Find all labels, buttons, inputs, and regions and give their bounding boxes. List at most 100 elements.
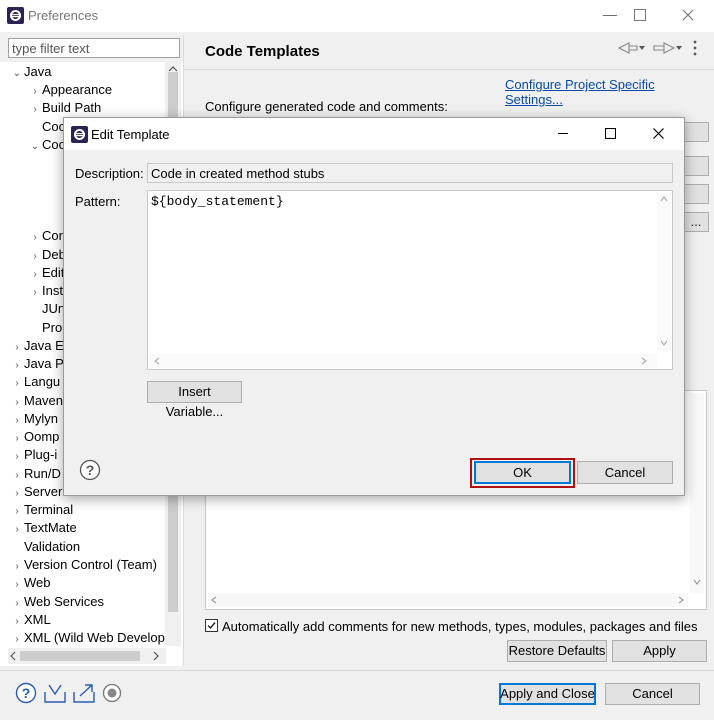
tree-item-label: Build Path bbox=[42, 100, 102, 115]
tree-item[interactable]: › Java P bbox=[10, 355, 64, 373]
tree-item-label: Coc bbox=[42, 137, 66, 152]
configure-project-settings-link[interactable]: Configure Project Specific Settings... bbox=[505, 77, 714, 107]
minimize-button[interactable]: — bbox=[590, 6, 630, 22]
ok-button[interactable]: OK bbox=[474, 461, 571, 484]
tree-item[interactable]: › XML bbox=[10, 611, 51, 629]
import-icon[interactable] bbox=[43, 682, 67, 704]
description-field[interactable]: Code in created method stubs bbox=[147, 163, 673, 183]
scroll-right-icon[interactable] bbox=[678, 596, 684, 604]
footer-divider bbox=[0, 670, 714, 671]
tree-item[interactable]: › Mylyn bbox=[10, 410, 58, 428]
tree-item-label: JUn bbox=[42, 301, 66, 316]
scroll-up-icon[interactable] bbox=[660, 196, 668, 202]
preview-horizontal-scrollbar[interactable] bbox=[208, 593, 688, 607]
tree-item[interactable]: › Maven bbox=[10, 392, 63, 410]
tree-item[interactable]: › XML (Wild Web Develop bbox=[10, 629, 165, 647]
eclipse-logo-icon bbox=[7, 7, 24, 24]
scroll-right-icon[interactable] bbox=[641, 357, 647, 365]
chevron-right-icon[interactable]: › bbox=[28, 101, 42, 119]
help-icon[interactable]: ? bbox=[79, 459, 101, 481]
tree-item[interactable]: › Run/D bbox=[10, 465, 61, 483]
tree-item[interactable]: ⌄ Java bbox=[10, 63, 52, 83]
tree-item-label: Langu bbox=[24, 374, 61, 389]
side-button[interactable]: ... bbox=[683, 212, 709, 232]
tree-item[interactable]: › Cor bbox=[28, 227, 63, 245]
side-button[interactable] bbox=[683, 156, 709, 176]
pattern-editor[interactable]: ${body_statement} bbox=[147, 190, 673, 370]
tree-item-label: Cor bbox=[42, 228, 63, 243]
tree-item[interactable]: › Terminal bbox=[10, 501, 73, 519]
scroll-left-icon[interactable] bbox=[10, 651, 16, 661]
pattern-vertical-scrollbar[interactable] bbox=[657, 192, 671, 352]
dialog-cancel-button[interactable]: Cancel bbox=[577, 461, 673, 484]
tree-item[interactable]: › TextMate bbox=[10, 519, 76, 539]
insert-variable-button[interactable]: Insert Variable... bbox=[147, 381, 242, 419]
forward-nav-icon[interactable] bbox=[652, 42, 682, 54]
scroll-left-icon[interactable] bbox=[154, 357, 160, 365]
tree-item-label: Edit bbox=[42, 265, 65, 280]
tree-item[interactable]: Coc bbox=[28, 118, 65, 136]
title-bar: Preferences — bbox=[0, 0, 714, 32]
pattern-horizontal-scrollbar[interactable] bbox=[149, 354, 657, 368]
maximize-button[interactable] bbox=[634, 9, 646, 21]
tree-item[interactable]: JUn bbox=[28, 300, 65, 318]
tree-item[interactable]: › Inst bbox=[28, 282, 63, 300]
pattern-label: Pattern: bbox=[75, 194, 121, 209]
back-nav-icon[interactable] bbox=[615, 42, 645, 54]
tree-item[interactable]: › Version Control (Team) bbox=[10, 556, 157, 574]
svg-text:?: ? bbox=[86, 462, 95, 478]
chevron-right-icon[interactable]: › bbox=[10, 521, 24, 539]
menu-icon[interactable] bbox=[692, 40, 698, 56]
chevron-right-icon[interactable]: › bbox=[10, 631, 24, 649]
edit-template-dialog: Edit Template Description: Code in creat… bbox=[63, 117, 685, 496]
chevron-down-icon[interactable]: ⌄ bbox=[28, 138, 42, 156]
tree-item[interactable]: › Appearance bbox=[28, 81, 112, 99]
chevron-right-icon[interactable]: › bbox=[10, 576, 24, 594]
scroll-down-icon[interactable] bbox=[693, 579, 701, 585]
chevron-right-icon[interactable]: › bbox=[10, 448, 24, 466]
apply-button[interactable]: Apply bbox=[612, 640, 707, 662]
tree-item[interactable]: ⌄ Coc bbox=[28, 136, 65, 154]
tree-item-label: Java P bbox=[24, 356, 64, 371]
tree-item-label: Server bbox=[24, 484, 63, 499]
help-icon[interactable]: ? bbox=[15, 682, 37, 704]
close-button[interactable] bbox=[682, 9, 694, 21]
apply-and-close-button[interactable]: Apply and Close bbox=[499, 683, 596, 705]
tree-item[interactable]: › Server bbox=[10, 483, 62, 501]
side-button[interactable] bbox=[683, 184, 709, 204]
restore-defaults-button[interactable]: Restore Defaults bbox=[507, 640, 607, 662]
tree-item-label: Pro bbox=[42, 320, 63, 335]
tree-item[interactable]: › Build Path bbox=[28, 99, 101, 117]
export-icon[interactable] bbox=[72, 682, 96, 704]
chevron-down-icon[interactable]: ⌄ bbox=[10, 65, 24, 83]
tree-item-label: Appearance bbox=[42, 82, 113, 97]
tree-item[interactable]: › Oomp bbox=[10, 428, 59, 446]
tree-item[interactable]: › Web Services bbox=[10, 593, 104, 611]
scroll-right-icon[interactable] bbox=[153, 651, 159, 661]
tree-item-label: Mylyn bbox=[24, 411, 58, 426]
record-icon[interactable] bbox=[102, 683, 122, 703]
side-button[interactable] bbox=[683, 122, 709, 142]
preview-vertical-scrollbar[interactable] bbox=[690, 393, 704, 593]
tree-horizontal-scrollbar[interactable] bbox=[8, 648, 166, 664]
tree-item[interactable]: › Deb bbox=[28, 246, 66, 264]
tree-item[interactable]: › Web bbox=[10, 574, 50, 594]
tree-item[interactable]: › Plug-i bbox=[10, 446, 57, 464]
tree-item-label: XML bbox=[24, 612, 51, 627]
tree-item[interactable]: › Java E bbox=[10, 337, 63, 355]
chevron-right-icon[interactable]: › bbox=[28, 229, 42, 247]
scroll-left-icon[interactable] bbox=[211, 596, 217, 604]
filter-input[interactable] bbox=[8, 38, 180, 58]
tree-item[interactable]: › Langu bbox=[10, 373, 60, 391]
cancel-button[interactable]: Cancel bbox=[605, 683, 700, 705]
tree-hscroll-thumb[interactable] bbox=[20, 651, 140, 661]
tree-item[interactable]: Pro bbox=[28, 319, 62, 337]
tree-item[interactable]: Validation bbox=[10, 538, 80, 556]
dialog-minimize-button[interactable] bbox=[558, 133, 568, 134]
scroll-down-icon[interactable] bbox=[660, 340, 668, 346]
auto-comments-checkbox[interactable] bbox=[205, 619, 218, 632]
dialog-close-button[interactable] bbox=[653, 128, 664, 139]
dialog-maximize-button[interactable] bbox=[605, 128, 616, 139]
tree-item[interactable]: › Edit bbox=[28, 264, 64, 282]
chevron-right-icon[interactable]: › bbox=[10, 375, 24, 393]
